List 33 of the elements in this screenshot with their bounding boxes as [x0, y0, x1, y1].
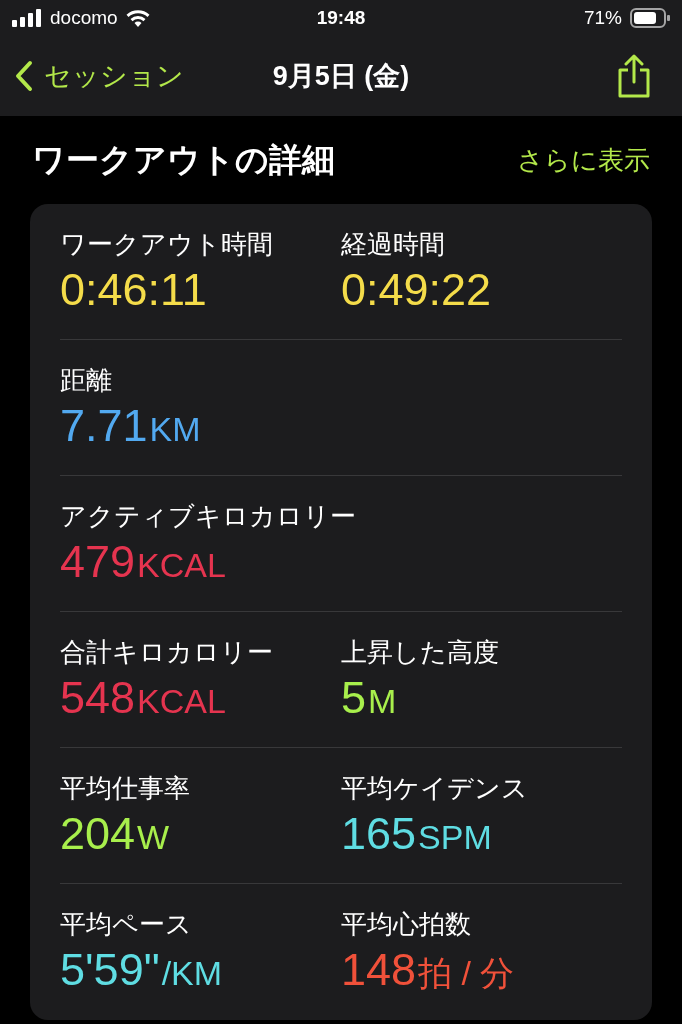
metric-value: 148拍 / 分	[341, 943, 515, 997]
metric-label: 合計キロカロリー	[60, 636, 273, 669]
share-icon	[616, 54, 652, 98]
battery-percent: 71%	[583, 5, 622, 30]
clock-text: 19:48	[316, 5, 366, 30]
metric-label: 平均ペース	[60, 908, 192, 941]
share-button[interactable]	[616, 54, 652, 98]
metric-label: 平均ケイデンス	[341, 772, 528, 805]
nav-title: 9月5日 (金)	[272, 59, 410, 93]
metric-value: 548KCAL	[60, 671, 226, 725]
metric-value: 165SPM	[341, 807, 492, 861]
metric-label: 距離	[60, 364, 112, 397]
wifi-icon	[125, 9, 150, 27]
section-title: ワークアウトの詳細	[32, 140, 335, 181]
metric-label: 平均心拍数	[341, 908, 471, 941]
metric-value: 5M	[341, 671, 397, 725]
back-chevron-icon	[14, 60, 34, 92]
metric-value: 204W	[60, 807, 170, 861]
signal-icon	[12, 9, 42, 27]
metric-value: 0:49:22	[341, 263, 492, 317]
metric-label: 平均仕事率	[60, 772, 190, 805]
metric-label: 上昇した高度	[341, 636, 499, 669]
show-more-link[interactable]: さらに表示	[517, 140, 650, 180]
metric-value: 5'59"/KM	[60, 943, 223, 997]
metric-value: 0:46:11	[60, 263, 207, 317]
metric-value: 479KCAL	[60, 535, 226, 589]
battery-icon	[630, 8, 670, 28]
metric-label: ワークアウト時間	[60, 228, 273, 261]
metric-label: アクティブキロカロリー	[60, 500, 356, 533]
metric-label: 経過時間	[341, 228, 445, 261]
carrier-text: docomo	[50, 5, 118, 30]
back-button[interactable]: セッション	[14, 55, 184, 97]
metric-value: 7.71KM	[60, 399, 201, 453]
